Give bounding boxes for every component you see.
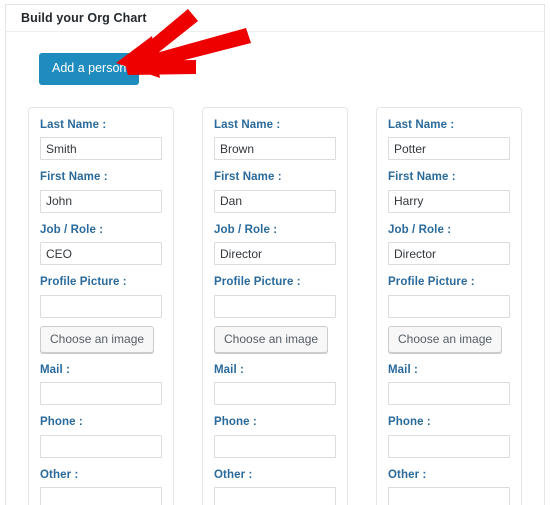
label-first-name: First Name : [214, 171, 282, 183]
label-last-name: Last Name : [388, 118, 455, 131]
field-last-name: Last Name : [388, 118, 510, 160]
mail-input[interactable] [40, 382, 162, 405]
label-job-role: Job / Role : [40, 223, 104, 236]
panel-body: Add a person Last Name : First Name : Jo… [6, 32, 544, 505]
label-job-role: Job / Role : [388, 223, 452, 236]
field-mail: Mail : [40, 363, 162, 405]
job-role-input[interactable] [214, 242, 336, 265]
field-last-name: Last Name : [214, 118, 336, 160]
label-phone: Phone : [214, 416, 257, 428]
field-first-name: First Name : [214, 171, 336, 213]
profile-picture-input[interactable] [214, 294, 336, 318]
profile-picture-input[interactable] [40, 294, 162, 318]
label-profile-picture: Profile Picture : [214, 276, 301, 288]
field-job-role: Job / Role : [40, 223, 162, 265]
field-phone: Phone : [388, 416, 510, 458]
label-mail: Mail : [40, 363, 70, 376]
label-phone: Phone : [388, 416, 431, 428]
label-job-role: Job / Role : [214, 223, 278, 236]
last-name-input[interactable] [40, 137, 162, 160]
field-last-name: Last Name : [40, 118, 162, 160]
other-input[interactable] [40, 487, 162, 505]
field-profile-picture: Profile Picture : Choose an image [40, 276, 162, 353]
other-input[interactable] [388, 487, 510, 505]
label-phone: Phone : [40, 416, 83, 428]
field-first-name: First Name : [388, 171, 510, 213]
mail-input[interactable] [388, 382, 510, 405]
field-mail: Mail : [214, 363, 336, 405]
choose-an-image-button[interactable]: Choose an image [388, 325, 503, 353]
field-job-role: Job / Role : [214, 223, 336, 265]
phone-input[interactable] [388, 434, 510, 458]
first-name-input[interactable] [214, 189, 336, 213]
label-other: Other : [214, 468, 253, 481]
phone-input[interactable] [214, 434, 336, 458]
label-other: Other : [40, 468, 79, 481]
person-cards-row: Last Name : First Name : Job / Role : Pr… [20, 106, 530, 505]
person-card: Last Name : First Name : Job / Role : Pr… [202, 106, 348, 505]
choose-an-image-button[interactable]: Choose an image [40, 325, 155, 353]
phone-input[interactable] [40, 434, 162, 458]
label-last-name: Last Name : [214, 118, 281, 131]
field-job-role: Job / Role : [388, 223, 510, 265]
last-name-input[interactable] [214, 137, 336, 160]
field-mail: Mail : [388, 363, 510, 405]
label-profile-picture: Profile Picture : [388, 276, 475, 288]
first-name-input[interactable] [40, 189, 162, 213]
job-role-input[interactable] [388, 242, 510, 265]
field-first-name: First Name : [40, 171, 162, 213]
last-name-input[interactable] [388, 137, 510, 160]
label-last-name: Last Name : [40, 118, 107, 131]
org-chart-panel: Build your Org Chart Add a person Last N… [5, 4, 545, 505]
label-mail: Mail : [388, 363, 418, 376]
screenshot-root: Build your Org Chart Add a person Last N… [0, 0, 550, 505]
field-phone: Phone : [40, 416, 162, 458]
field-other: Other : [214, 468, 336, 505]
label-other: Other : [388, 468, 427, 481]
field-other: Other : [388, 468, 510, 505]
label-first-name: First Name : [388, 171, 456, 183]
person-card: Last Name : First Name : Job / Role : Pr… [28, 106, 174, 505]
page-title: Build your Org Chart [21, 10, 147, 25]
field-phone: Phone : [214, 416, 336, 458]
label-first-name: First Name : [40, 171, 108, 183]
profile-picture-input[interactable] [388, 294, 510, 318]
field-profile-picture: Profile Picture : Choose an image [214, 276, 336, 353]
field-other: Other : [40, 468, 162, 505]
person-card: Last Name : First Name : Job / Role : Pr… [376, 106, 522, 505]
add-a-person-button[interactable]: Add a person [39, 53, 140, 85]
label-profile-picture: Profile Picture : [40, 276, 127, 288]
mail-input[interactable] [214, 382, 336, 405]
first-name-input[interactable] [388, 189, 510, 213]
field-profile-picture: Profile Picture : Choose an image [388, 276, 510, 353]
label-mail: Mail : [214, 363, 244, 376]
other-input[interactable] [214, 487, 336, 505]
choose-an-image-button[interactable]: Choose an image [214, 325, 329, 353]
panel-header: Build your Org Chart [6, 5, 544, 32]
job-role-input[interactable] [40, 242, 162, 265]
